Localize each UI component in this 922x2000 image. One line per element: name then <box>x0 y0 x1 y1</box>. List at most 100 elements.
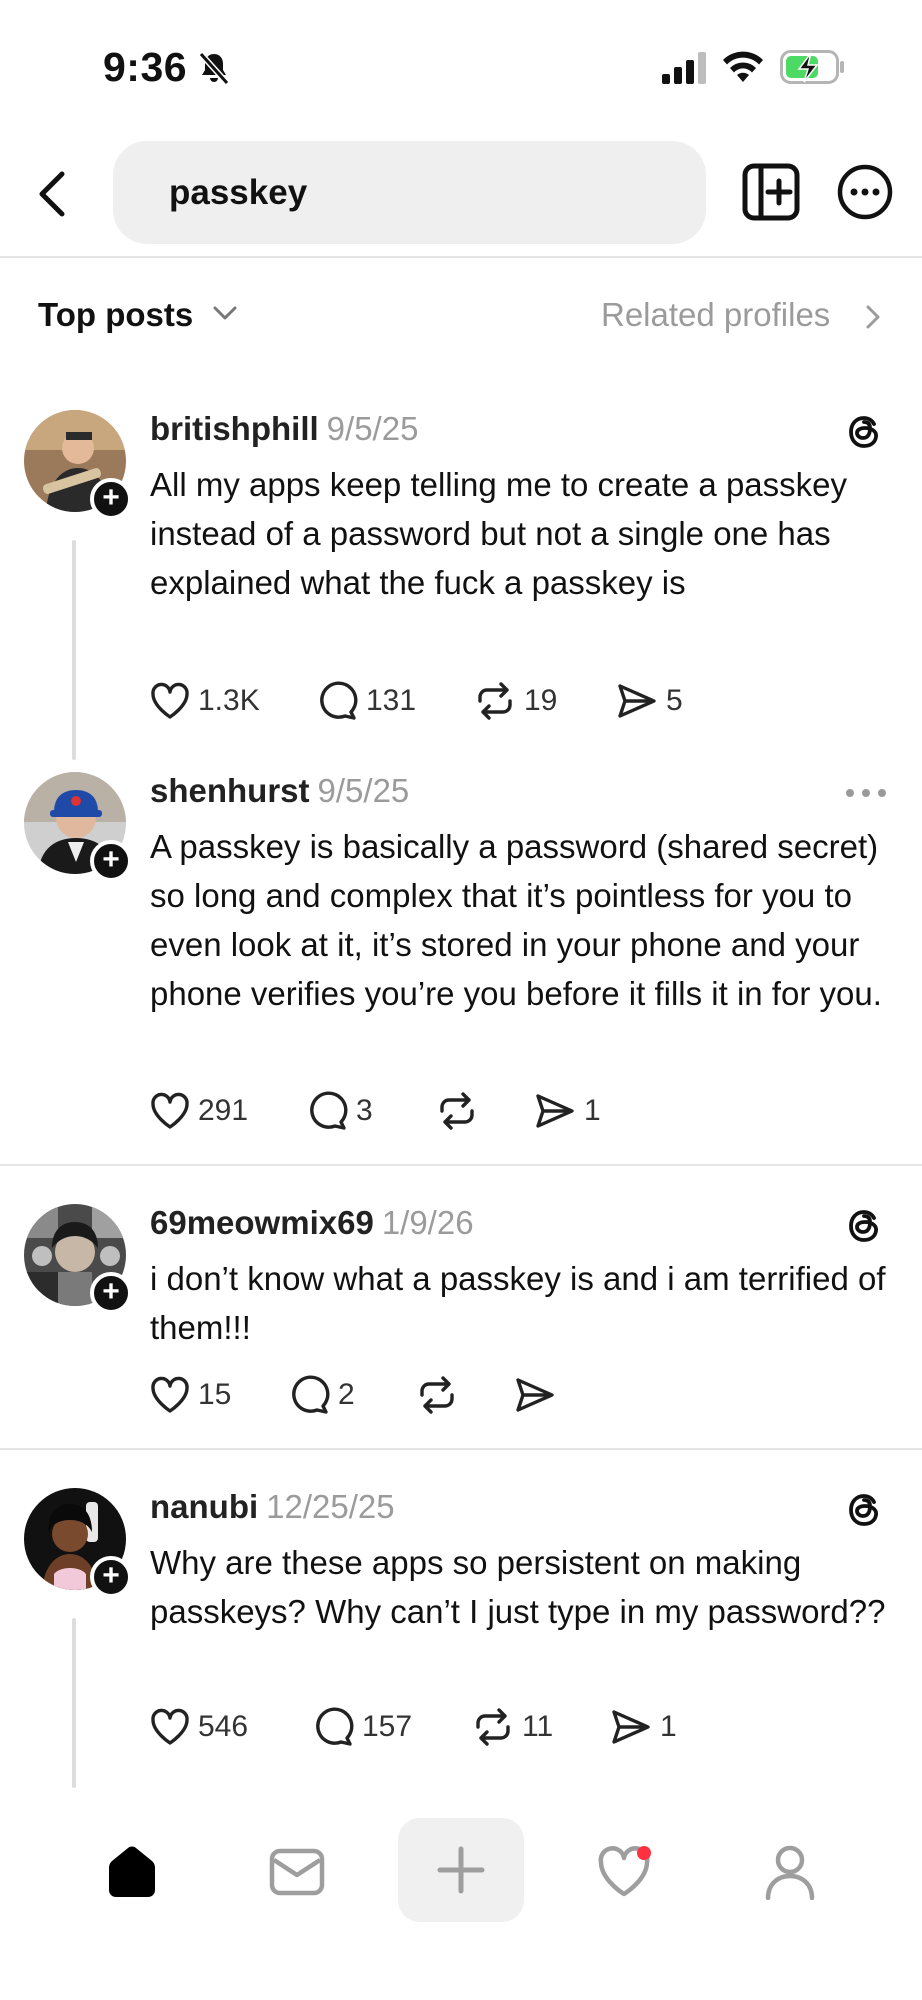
nav-home[interactable] <box>72 1822 192 1922</box>
chevron-down-icon[interactable] <box>212 304 238 322</box>
home-icon <box>109 1846 155 1897</box>
repost-count: 11 <box>522 1710 554 1743</box>
status-bar: 9:36 <box>0 0 922 130</box>
follow-plus-button[interactable]: + <box>90 840 132 882</box>
comment-count: 157 <box>362 1710 413 1743</box>
post-username[interactable]: shenhurst 9/5/25 <box>150 772 409 810</box>
share-button[interactable] <box>514 1372 564 1418</box>
like-button[interactable]: 546 <box>150 1704 248 1750</box>
plus-icon <box>437 1846 485 1894</box>
comment-count: 2 <box>338 1378 355 1411</box>
nav-inbox[interactable] <box>237 1822 357 1922</box>
post-date: 9/5/25 <box>326 410 419 447</box>
repost-icon <box>476 1708 510 1746</box>
username[interactable]: 69meowmix69 <box>150 1204 374 1241</box>
comment-icon <box>310 1091 348 1130</box>
post-text: Why are these apps so persistent on maki… <box>150 1544 886 1630</box>
status-time: 9:36 <box>103 44 188 90</box>
comment-button[interactable]: 3 <box>308 1088 373 1134</box>
nav-create[interactable] <box>398 1818 524 1922</box>
repost-icon <box>478 682 512 720</box>
repost-icon <box>420 1376 454 1414</box>
related-profiles-link[interactable]: Related profiles <box>601 296 830 334</box>
follow-plus-button[interactable]: + <box>90 1556 132 1598</box>
post-text: All my apps keep telling me to create a … <box>150 466 848 601</box>
signal-icon <box>662 52 706 84</box>
comment-count: 3 <box>356 1094 373 1127</box>
more-dots-icon[interactable] <box>843 786 889 800</box>
repost-button[interactable] <box>416 1372 466 1418</box>
share-button[interactable]: 5 <box>616 678 683 724</box>
comment-button[interactable]: 2 <box>290 1372 355 1418</box>
repost-button[interactable] <box>436 1088 486 1134</box>
follow-plus-button[interactable]: + <box>90 1272 132 1314</box>
heart-icon <box>151 1708 189 1745</box>
post[interactable]: + nanubi 12/25/25 Why are these apps so p… <box>0 1488 922 1788</box>
like-button[interactable]: 15 <box>150 1372 231 1418</box>
thread-line <box>72 540 76 760</box>
share-icon <box>536 1094 574 1128</box>
back-chevron-icon[interactable] <box>30 166 80 222</box>
new-post-icon[interactable] <box>742 163 800 221</box>
like-count: 546 <box>198 1710 249 1743</box>
inbox-icon <box>269 1848 325 1896</box>
post-date: 1/9/26 <box>381 1204 474 1241</box>
threads-logo-icon <box>849 416 878 448</box>
like-button[interactable]: 291 <box>150 1088 248 1134</box>
post-text: A passkey is basically a password (share… <box>150 828 882 1012</box>
search-query: passkey <box>169 173 308 212</box>
heart-icon <box>151 1376 189 1413</box>
heart-icon <box>151 1092 189 1129</box>
post[interactable]: + 69meowmix69 1/9/26 i don’t know what a … <box>0 1204 922 1424</box>
post-username[interactable]: 69meowmix69 1/9/26 <box>150 1204 474 1242</box>
battery-charging-icon <box>780 50 844 84</box>
nav-activity[interactable] <box>566 1822 686 1922</box>
post-date: 12/25/25 <box>266 1488 395 1525</box>
post-divider <box>0 1164 922 1166</box>
post-divider <box>0 1448 922 1450</box>
share-icon <box>516 1378 554 1412</box>
comment-button[interactable]: 157 <box>314 1704 412 1750</box>
repost-button[interactable]: 19 <box>474 678 557 724</box>
repost-button[interactable]: 11 <box>472 1704 553 1750</box>
post-username[interactable]: britishphill 9/5/25 <box>150 410 418 448</box>
username[interactable]: britishphill <box>150 410 319 447</box>
like-count: 15 <box>198 1378 232 1411</box>
search-input[interactable]: passkey <box>113 141 706 244</box>
like-count: 291 <box>198 1094 249 1127</box>
comment-icon <box>316 1707 354 1746</box>
threads-logo-icon <box>849 1210 878 1242</box>
wifi-icon <box>723 51 763 82</box>
repost-icon <box>440 1092 474 1130</box>
post-date: 9/5/25 <box>317 772 410 809</box>
share-icon <box>612 1710 650 1744</box>
username[interactable]: nanubi <box>150 1488 258 1525</box>
bell-slash-icon <box>198 51 230 86</box>
post[interactable]: + shenhurst 9/5/25 A passkey is basically… <box>0 772 922 1152</box>
like-count: 1.3K <box>198 684 260 717</box>
threads-logo-icon <box>849 1494 878 1526</box>
like-button[interactable]: 1.3K <box>150 678 260 724</box>
profile-icon <box>765 1845 815 1900</box>
share-button[interactable]: 1 <box>534 1088 601 1134</box>
thread-line <box>72 1618 76 1788</box>
follow-plus-button[interactable]: + <box>90 478 132 520</box>
bottom-nav <box>0 1800 922 2000</box>
share-icon <box>618 684 656 718</box>
post-actions: 1.3K 131 19 5 <box>150 678 890 724</box>
post-username[interactable]: nanubi 12/25/25 <box>150 1488 395 1526</box>
share-button[interactable]: 1 <box>610 1704 677 1750</box>
top-posts-filter[interactable]: Top posts <box>38 296 193 334</box>
chevron-right-icon[interactable] <box>864 304 882 330</box>
comment-icon <box>320 681 358 720</box>
comment-icon <box>292 1375 330 1414</box>
nav-profile[interactable] <box>730 1822 850 1922</box>
comment-count: 131 <box>366 684 417 717</box>
share-count: 1 <box>584 1094 601 1127</box>
post[interactable]: + britishphill 9/5/25 All my apps keep te… <box>0 410 922 760</box>
post-actions: 291 3 1 <box>150 1088 890 1134</box>
header-divider <box>0 256 922 258</box>
comment-button[interactable]: 131 <box>318 678 416 724</box>
username[interactable]: shenhurst <box>150 772 310 809</box>
more-options-icon[interactable] <box>836 163 894 221</box>
